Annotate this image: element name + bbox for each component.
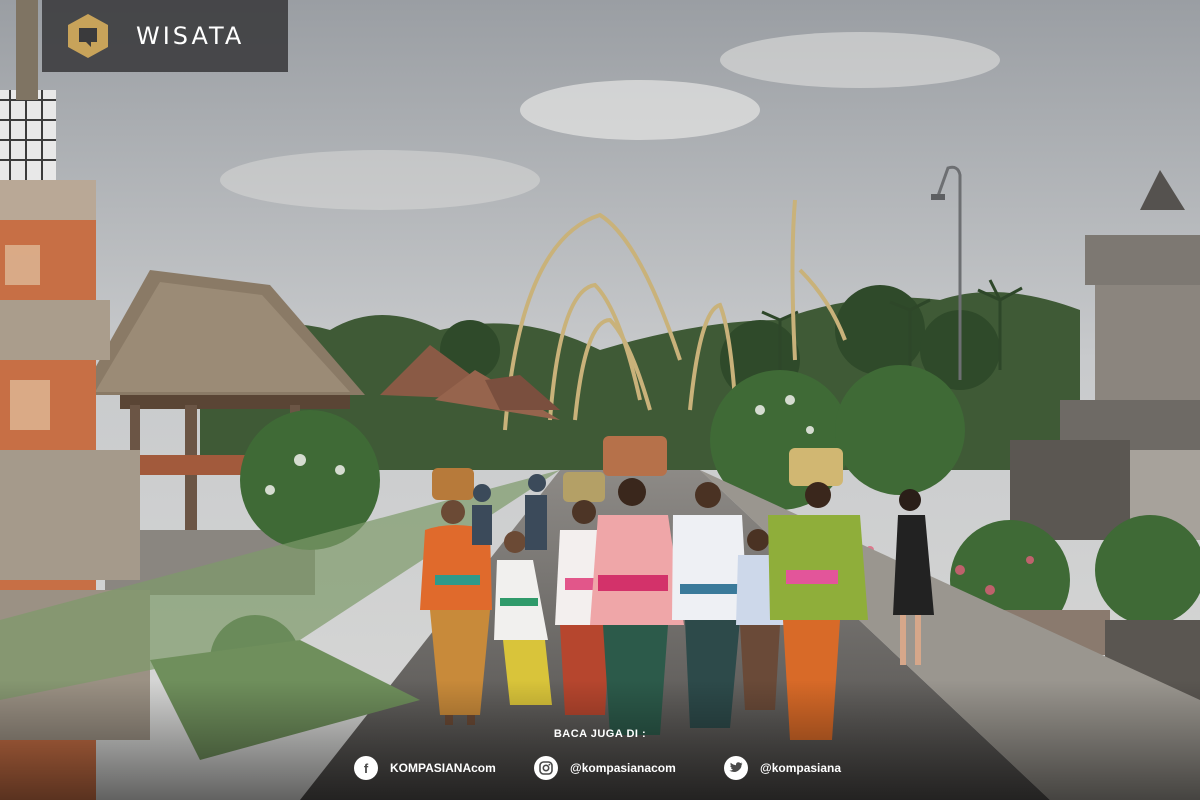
read-also-label: BACA JUGA DI : <box>553 728 647 740</box>
twitter-icon <box>724 756 748 780</box>
facebook-handle: KOMPASIANAcom <box>390 761 496 775</box>
social-footer: BACA JUGA DI : f KOMPASIANAcom @kompasia… <box>0 724 1200 800</box>
facebook-link[interactable]: f KOMPASIANAcom <box>354 756 496 780</box>
facebook-icon: f <box>354 756 378 780</box>
kompasiana-logo-icon <box>68 14 108 58</box>
twitter-link[interactable]: @kompasiana <box>724 756 841 780</box>
category-tag: WISATA <box>42 0 288 72</box>
instagram-link[interactable]: @kompasianacom <box>534 756 676 780</box>
twitter-handle: @kompasiana <box>760 761 842 775</box>
instagram-icon <box>534 756 558 780</box>
instagram-handle: @kompasianacom <box>570 761 676 775</box>
category-label: WISATA <box>136 22 245 50</box>
background-photo <box>0 0 1200 800</box>
